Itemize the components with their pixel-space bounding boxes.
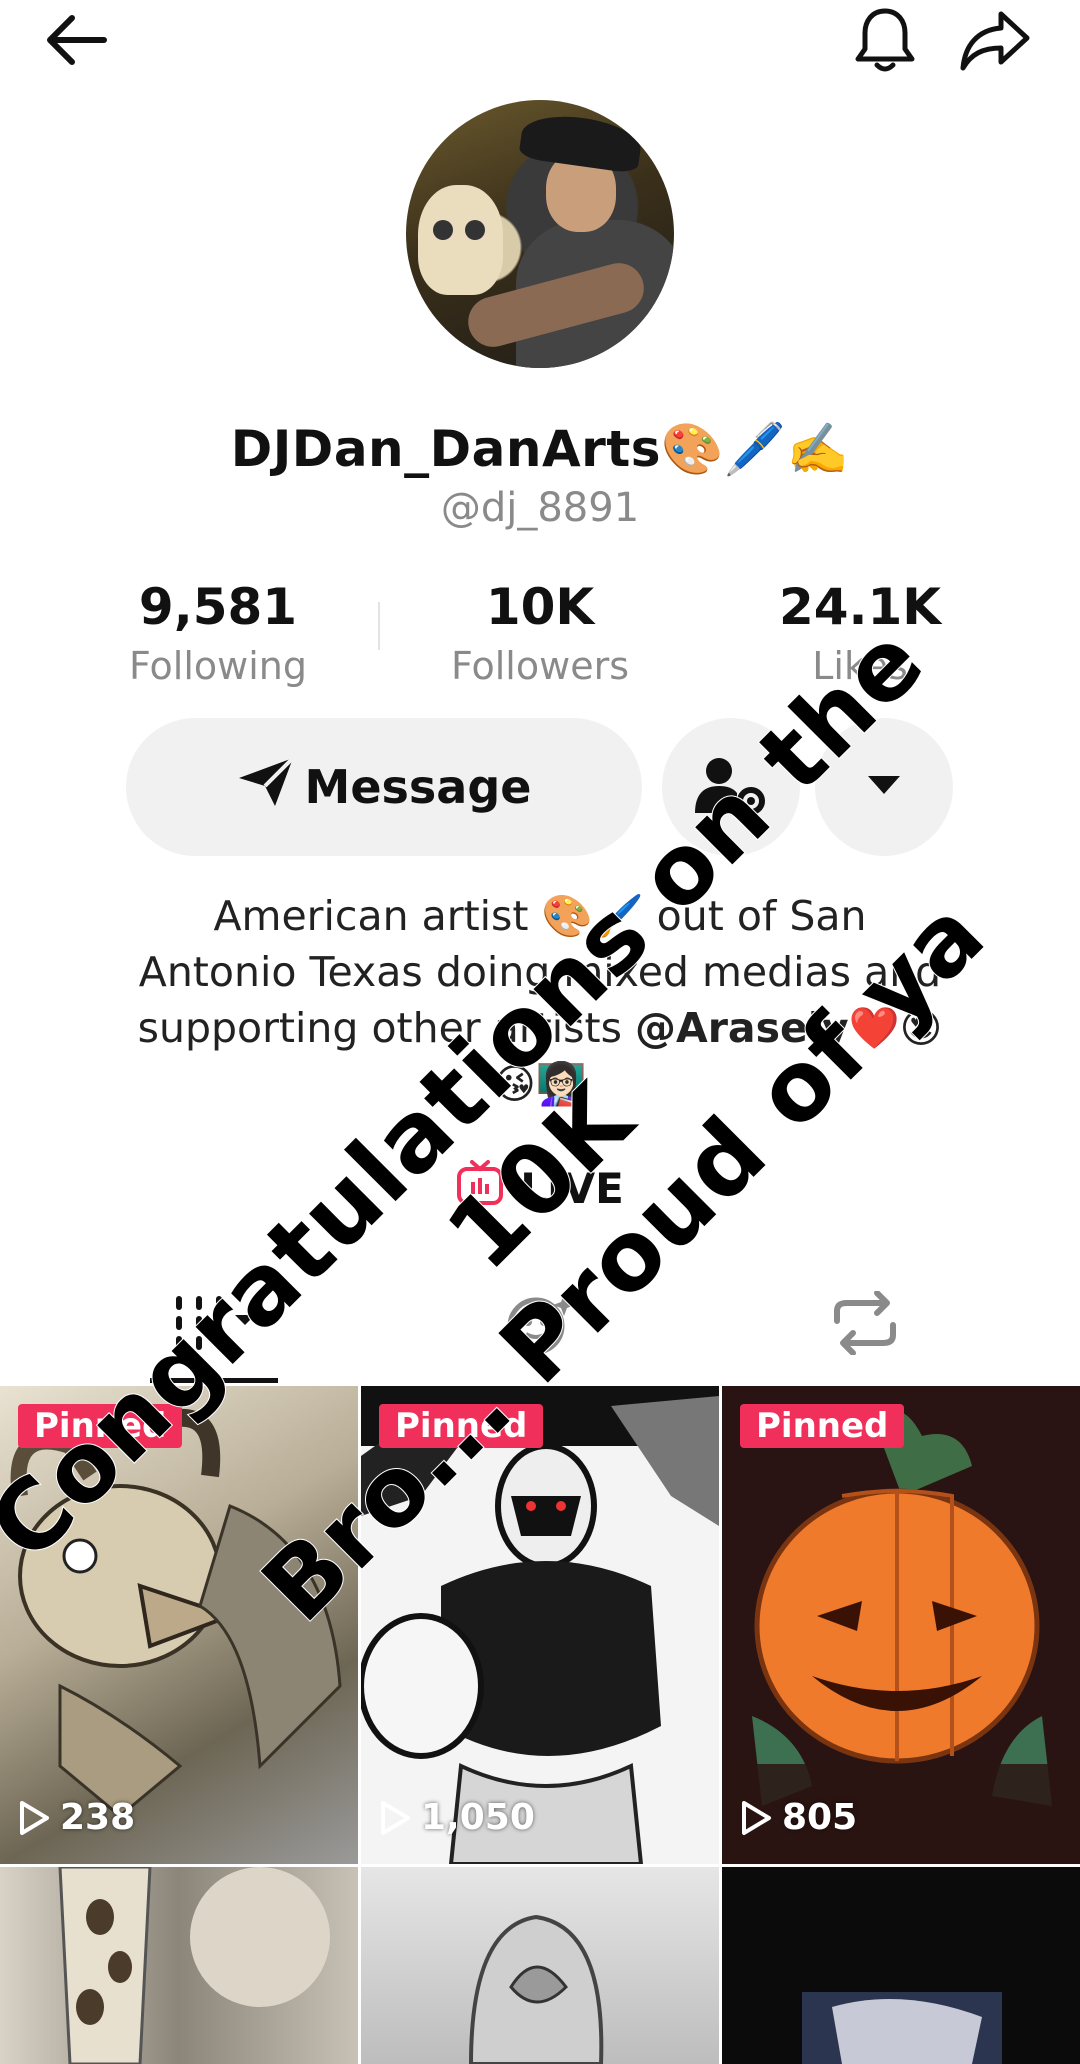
avatar[interactable] [406, 100, 674, 368]
username-handle: @dj_8891 [440, 485, 640, 531]
send-icon [237, 756, 295, 819]
following-count: 9,581 [138, 578, 298, 636]
play-icon [20, 1800, 49, 1835]
pinned-badge: Pinned [740, 1404, 905, 1448]
video-thumbnail[interactable] [361, 1867, 719, 2064]
video-thumbnail[interactable] [0, 1867, 358, 2064]
share-icon[interactable] [950, 0, 1040, 80]
video-thumbnail[interactable]: Pinned 805 [722, 1386, 1080, 1864]
view-count: 1,050 [379, 1797, 535, 1838]
play-icon [381, 1800, 410, 1835]
video-thumbnail[interactable] [722, 1867, 1080, 2064]
stat-following[interactable]: 9,581 Following [78, 572, 358, 690]
followers-label: Followers [451, 644, 629, 688]
stat-followers[interactable]: 10K Followers [400, 572, 680, 690]
bell-icon[interactable] [840, 0, 930, 80]
following-label: Following [129, 644, 307, 688]
view-count-value: 1,050 [421, 1797, 535, 1838]
repost-arrows-icon [829, 1290, 901, 1359]
stat-divider [378, 602, 380, 650]
message-button[interactable]: Message [126, 718, 642, 856]
view-count: 238 [18, 1797, 135, 1838]
view-count: 805 [740, 1797, 857, 1838]
view-count-value: 805 [782, 1797, 858, 1838]
play-icon [742, 1800, 771, 1835]
message-label: Message [304, 760, 532, 814]
display-name: DJDan_DanArts🎨🖊️✍️ [230, 420, 850, 478]
followers-count: 10K [485, 578, 595, 636]
tab-shares[interactable] [685, 1270, 1045, 1380]
view-count-value: 238 [60, 1797, 136, 1838]
back-arrow-icon[interactable] [30, 0, 120, 80]
